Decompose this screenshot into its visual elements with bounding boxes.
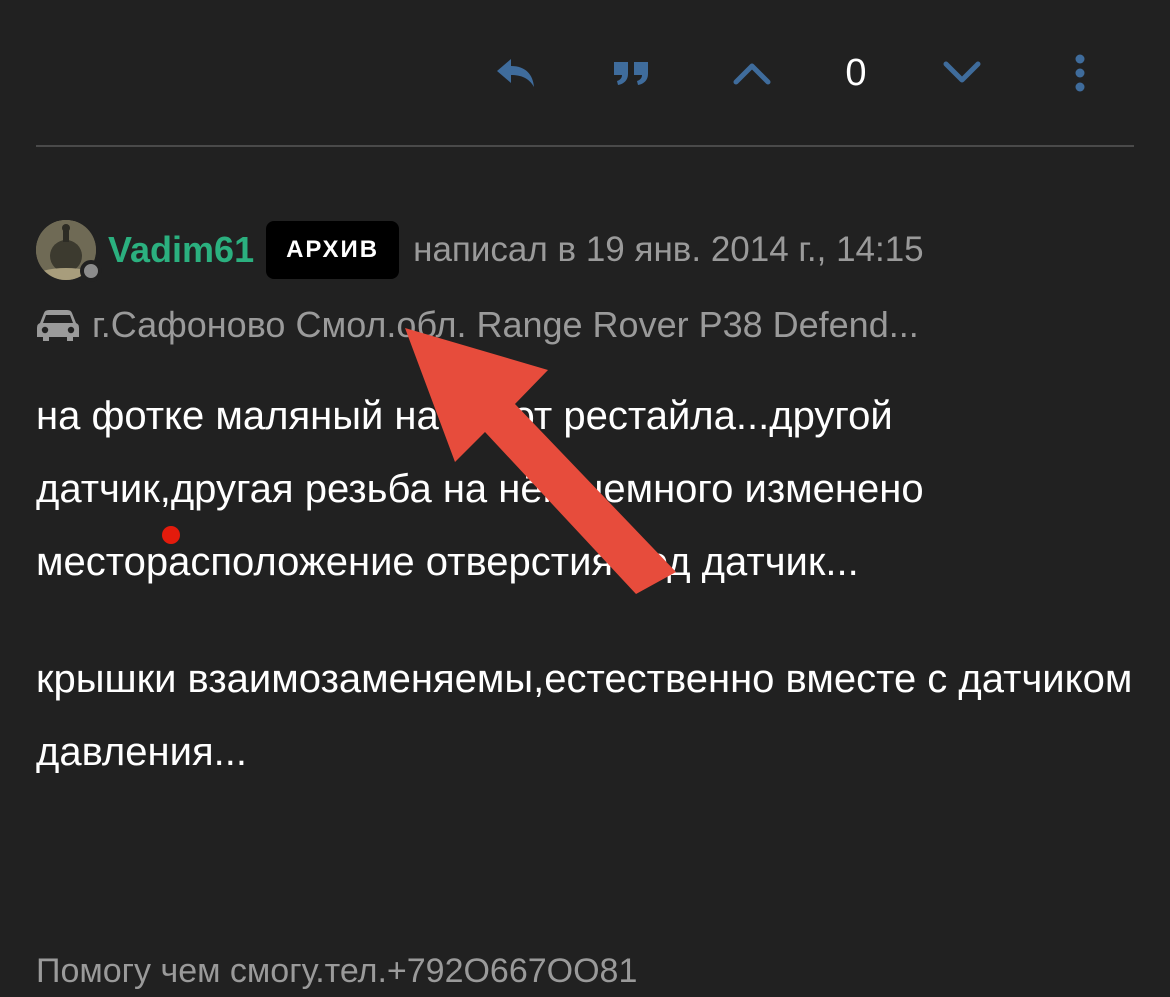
upvote-button[interactable]: [722, 30, 782, 116]
avatar[interactable]: [36, 220, 102, 284]
user-signature: Помогу чем смогу.тел.+792О667ОО81: [36, 952, 638, 990]
post-author-line: Vadim61 АРХИВ написал в 19 янв. 2014 г.,…: [108, 221, 924, 279]
post-content: на фотке маляный насос от рестайла...дру…: [36, 380, 1146, 789]
username-link[interactable]: Vadim61: [108, 229, 254, 271]
downvote-button[interactable]: [932, 30, 992, 116]
user-location: г.Сафоново Смол.обл. Range Rover P38 Def…: [36, 298, 919, 352]
car-icon: [37, 310, 79, 341]
location-text: г.Сафоново Смол.обл. Range Rover P38 Def…: [92, 304, 919, 345]
reply-icon: [497, 59, 534, 87]
post-paragraph: крышки взаимозаменяемы,естественно вмест…: [36, 657, 1133, 774]
quote-button[interactable]: [604, 30, 660, 116]
post-paragraph: на фотке маляный насос от рестайла...дру…: [36, 394, 924, 584]
vote-score: 0: [845, 51, 867, 94]
post-meta: написал в 19 янв. 2014 г., 14:15: [413, 230, 924, 269]
quote-icon: [614, 62, 648, 85]
user-group-badge: АРХИВ: [266, 221, 400, 279]
chevron-up-icon: [733, 63, 771, 85]
post-actions-bar: 0: [0, 30, 1170, 116]
chevron-down-icon: [943, 61, 981, 83]
more-options-button[interactable]: [1056, 30, 1104, 116]
online-status-dot: [80, 260, 102, 282]
more-vertical-icon: [1075, 54, 1085, 92]
touch-indicator-dot: [162, 526, 180, 544]
reply-button[interactable]: [488, 30, 544, 116]
divider: [36, 145, 1134, 147]
